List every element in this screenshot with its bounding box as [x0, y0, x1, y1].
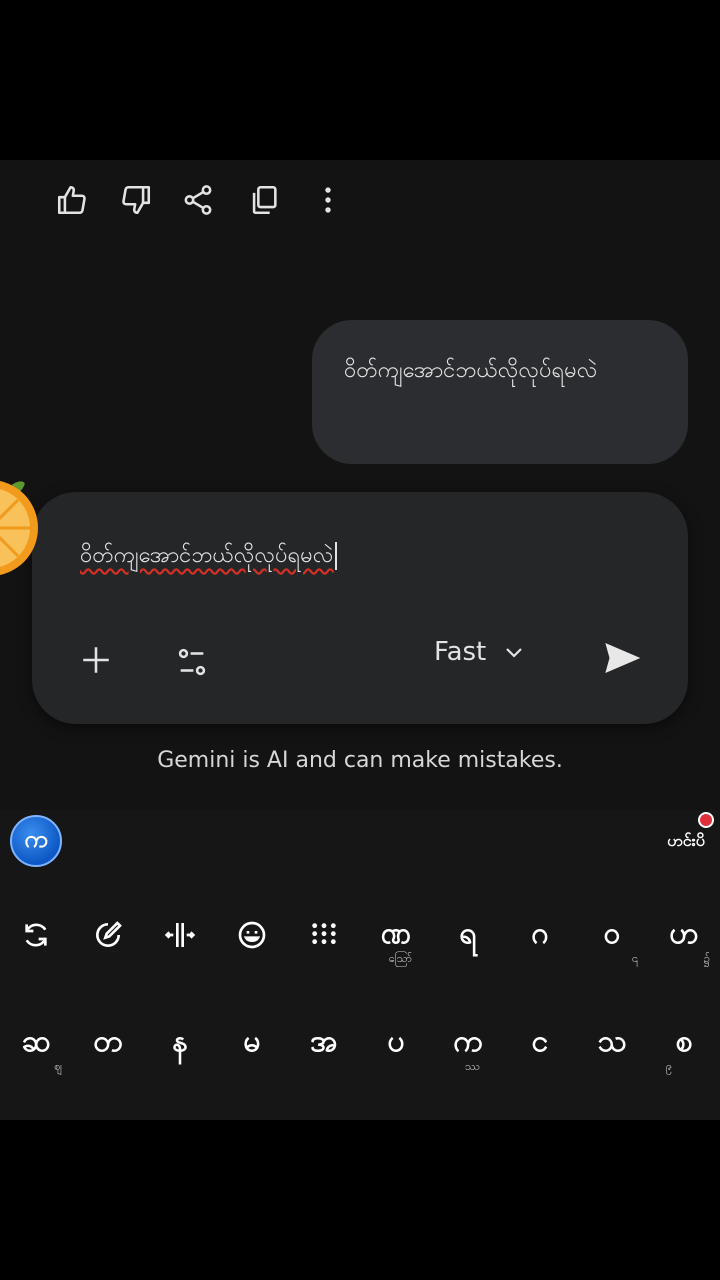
key-char: ပ [387, 1023, 405, 1059]
key-row2-9[interactable]: သ [582, 1008, 642, 1078]
text-caret [335, 542, 338, 570]
keyboard-logo-button[interactable]: က [10, 815, 62, 867]
share-icon [184, 185, 212, 215]
sticker-icon [96, 921, 122, 947]
prompt-input-value: ဝိတ်ကျအောင်ဘယ်လိုလုပ်ရမလဲ [80, 543, 334, 568]
sticker-key[interactable] [78, 900, 138, 970]
key-char: ဂ [531, 915, 549, 951]
key-char: န [172, 1023, 188, 1059]
key-row2-6[interactable]: ပ [366, 1008, 426, 1078]
key-row1-4[interactable]: ဝ ၎ [582, 900, 642, 970]
key-alt-char: ဿ [464, 1060, 480, 1073]
key-row2-4[interactable]: မ [222, 1008, 282, 1078]
key-alt-char: ဪ [388, 952, 412, 965]
keyboard-logo-letter: က [24, 825, 48, 853]
key-row1-2[interactable]: ရ [438, 900, 498, 970]
key-char: သ [597, 1023, 627, 1059]
key-row2-10[interactable]: စ ၉ [654, 1008, 714, 1078]
key-row2-7[interactable]: က ဿ [438, 1008, 498, 1078]
key-row2-8[interactable]: င [510, 1008, 570, 1078]
key-alt-char: ၎ [631, 952, 638, 965]
keyboard-brand-button[interactable]: ဟင်းပိ [664, 822, 708, 862]
emoji-icon [238, 921, 266, 949]
prompt-composer: ဝိတ်ကျအောင်ဘယ်လိုလုပ်ရမလဲ Fast [32, 492, 688, 724]
key-char: ရ [459, 915, 477, 951]
key-row2-5[interactable]: အ [294, 1008, 354, 1078]
copy-button[interactable] [244, 180, 284, 220]
ai-disclaimer: Gemini is AI and can make mistakes. [157, 748, 563, 773]
thumbs-up-icon [57, 185, 86, 215]
key-char: ဝ [603, 915, 621, 951]
model-label: Fast [434, 637, 487, 667]
tune-icon [178, 648, 206, 676]
key-char: ဟ [669, 915, 699, 951]
user-message-text: ဝိတ်ကျအောင်ဘယ်လိုလုပ်ရမလဲ [344, 358, 598, 383]
dislike-button[interactable] [116, 180, 156, 220]
key-char: အ [310, 1023, 338, 1059]
key-row1-5[interactable]: ဟ ၌ [654, 900, 714, 970]
numpad-icon [312, 923, 336, 945]
cursor-move-icon [164, 923, 196, 947]
notification-dot [698, 812, 714, 828]
key-char: မ [243, 1023, 261, 1059]
refresh-icon [25, 923, 47, 947]
add-attachment-button[interactable] [76, 640, 116, 680]
key-alt-char: ၌ [703, 952, 710, 965]
key-char: ဆ [21, 1023, 51, 1059]
numpad-key[interactable] [294, 900, 354, 970]
key-char: ဏ [380, 915, 412, 951]
thumbs-down-icon [122, 185, 151, 215]
send-button[interactable] [598, 636, 646, 680]
key-row2-1[interactable]: ဆ ဈ [6, 1008, 66, 1078]
share-button[interactable] [178, 180, 218, 220]
key-char: တ [93, 1023, 123, 1059]
orange-sticker-icon [0, 481, 38, 575]
key-row2-3[interactable]: န [150, 1008, 210, 1078]
key-alt-char: ၉ [665, 1060, 672, 1073]
key-row1-3[interactable]: ဂ [510, 900, 570, 970]
key-char: က [453, 1023, 483, 1059]
key-row2-2[interactable]: တ [78, 1008, 138, 1078]
key-char: စ [675, 1023, 693, 1059]
key-char: င [531, 1023, 549, 1059]
plus-icon [83, 647, 109, 673]
tools-button[interactable] [170, 640, 214, 684]
more-options-button[interactable] [308, 180, 348, 220]
like-button[interactable] [52, 180, 92, 220]
model-selector[interactable]: Fast [434, 637, 526, 667]
key-row1-1[interactable]: ဏ ဪ [366, 900, 426, 970]
keyboard-brand-label: ဟင်းပိ [667, 831, 705, 850]
more-vert-icon [325, 187, 331, 213]
send-icon [605, 643, 641, 673]
chevron-down-icon [506, 648, 523, 658]
prompt-input[interactable]: ဝိတ်ကျအောင်ဘယ်လိုလုပ်ရမလဲ [80, 540, 338, 573]
switch-layout-key[interactable] [6, 900, 66, 970]
emoji-key[interactable] [222, 900, 282, 970]
copy-icon [252, 185, 277, 215]
user-message-bubble: ဝိတ်ကျအောင်ဘယ်လိုလုပ်ရမလဲ [312, 320, 688, 464]
cursor-move-key[interactable] [150, 900, 210, 970]
key-alt-char: ဈ [54, 1060, 62, 1073]
